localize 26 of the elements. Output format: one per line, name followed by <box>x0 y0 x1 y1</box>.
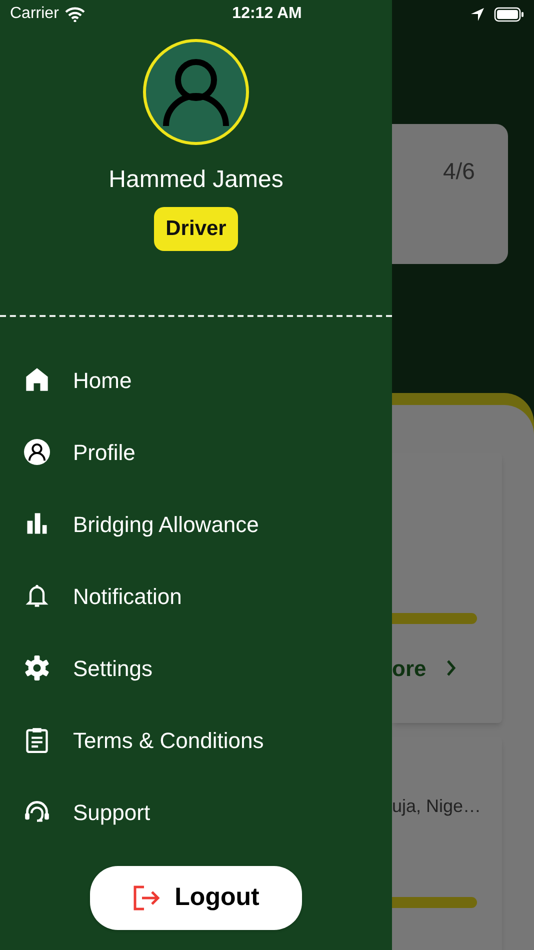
progress-count: 4/6 <box>443 158 475 184</box>
headset-icon <box>24 799 50 825</box>
exit-icon <box>132 885 161 911</box>
profile-icon <box>24 439 50 465</box>
menu-item[interactable]: Terms & Conditions <box>0 721 392 759</box>
role-badge: Driver <box>154 207 238 251</box>
address-text: uja, Nige… <box>392 796 482 816</box>
menu-item[interactable]: Bridging Allowance <box>0 505 392 543</box>
bell-icon <box>24 583 50 609</box>
home-icon <box>24 367 50 393</box>
location-arrow-icon <box>471 8 484 20</box>
user-name: Hammed James <box>108 165 284 195</box>
settings-icon <box>24 655 50 681</box>
clipboard-icon <box>24 727 50 753</box>
chevron-right-icon <box>446 660 456 676</box>
menu-item[interactable]: Settings <box>0 649 392 687</box>
menu-item[interactable]: Support <box>0 793 392 831</box>
menu-item[interactable]: Home <box>0 361 392 399</box>
person-icon <box>163 58 229 126</box>
carrier-name: Carrier <box>10 4 59 24</box>
wifi-icon <box>64 6 85 22</box>
logout-button[interactable]: Logout <box>90 866 302 930</box>
menu-item[interactable]: Profile <box>0 433 392 471</box>
clock: 12:12 AM <box>232 4 302 24</box>
menu-item[interactable]: Notification <box>0 577 392 615</box>
battery-icon <box>494 6 524 22</box>
